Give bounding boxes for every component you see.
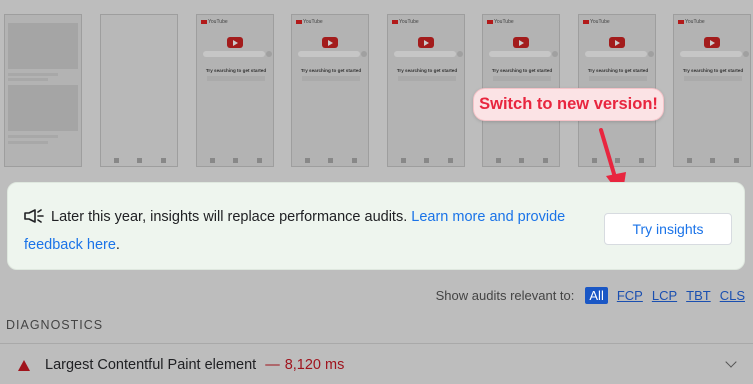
filmstrip-frame (4, 14, 82, 167)
bottom-nav (201, 158, 271, 163)
empty-state-message: Try searching to get started (682, 68, 744, 73)
placeholder-line (207, 76, 265, 81)
youtube-play-icon (609, 37, 625, 48)
filter-cls[interactable]: CLS (720, 288, 745, 303)
placeholder-line (589, 76, 647, 81)
search-bar (394, 51, 456, 57)
bottom-nav (105, 158, 175, 163)
empty-state-message: Try searching to get started (205, 68, 267, 73)
placeholder-line (684, 76, 742, 81)
mic-icon (266, 51, 272, 57)
placeholder-line (398, 76, 456, 81)
filter-lcp[interactable]: LCP (652, 288, 677, 303)
youtube-play-icon (704, 37, 720, 48)
filter-all[interactable]: All (585, 286, 608, 304)
search-bar (585, 51, 647, 57)
filmstrip-frame: YouTube Try searching to get started (387, 14, 465, 167)
placeholder-line (8, 78, 48, 81)
youtube-logo: YouTube (583, 19, 610, 25)
youtube-play-icon (513, 37, 529, 48)
mic-icon (552, 51, 558, 57)
filmstrip-frame: YouTube Try searching to get started (196, 14, 274, 167)
warning-triangle-icon (18, 359, 30, 371)
diagnostics-heading: DIAGNOSTICS (6, 318, 104, 332)
bottom-nav (678, 158, 748, 163)
youtube-play-icon (418, 37, 434, 48)
audit-lcp-element[interactable]: Largest Contentful Paint element — 8,120… (18, 356, 743, 374)
mic-icon (743, 51, 749, 57)
placeholder-line (8, 141, 48, 144)
divider (0, 343, 753, 344)
youtube-logo: YouTube (201, 19, 228, 25)
placeholder-block (8, 85, 78, 131)
mic-icon (361, 51, 367, 57)
audit-filter: Show audits relevant to: All FCP LCP TBT… (436, 286, 745, 304)
placeholder-block (8, 23, 78, 69)
bottom-nav (296, 158, 366, 163)
search-bar (298, 51, 360, 57)
youtube-play-icon (322, 37, 338, 48)
placeholder-line (302, 76, 360, 81)
try-insights-button[interactable]: Try insights (604, 213, 732, 245)
filter-fcp[interactable]: FCP (617, 288, 643, 303)
mic-icon (648, 51, 654, 57)
search-bar (680, 51, 742, 57)
megaphone-icon (24, 209, 44, 223)
youtube-logo: YouTube (392, 19, 419, 25)
mic-icon (457, 51, 463, 57)
empty-state-message: Try searching to get started (587, 68, 649, 73)
audit-separator: — (265, 357, 280, 373)
banner-period: . (115, 237, 120, 253)
chevron-down-icon[interactable] (725, 356, 737, 368)
bottom-nav (392, 158, 462, 163)
bottom-nav (487, 158, 557, 163)
filmstrip-frame: YouTube Try searching to get started (673, 14, 751, 167)
filter-tbt[interactable]: TBT (686, 288, 711, 303)
empty-state-message: Try searching to get started (300, 68, 362, 73)
audit-title: Largest Contentful Paint element (45, 357, 257, 373)
youtube-logo: YouTube (296, 19, 323, 25)
youtube-play-icon (227, 37, 243, 48)
youtube-logo: YouTube (487, 19, 514, 25)
filmstrip-frame: YouTube Try searching to get started (291, 14, 369, 167)
placeholder-line (8, 73, 58, 76)
switch-version-callout: Switch to new version! (473, 88, 664, 121)
placeholder-line (8, 135, 58, 138)
insights-banner: Later this year, insights will replace p… (7, 182, 745, 270)
search-bar (203, 51, 265, 57)
banner-text: Later this year, insights will replace p… (51, 209, 408, 225)
filter-label: Show audits relevant to: (435, 287, 575, 303)
audit-value: 8,120 ms (284, 357, 345, 373)
search-bar (489, 51, 551, 57)
youtube-logo: YouTube (678, 19, 705, 25)
empty-state-message: Try searching to get started (396, 68, 458, 73)
filmstrip-frame (100, 14, 178, 167)
placeholder-line (493, 76, 551, 81)
banner-message: Later this year, insights will replace p… (24, 203, 584, 259)
empty-state-message: Try searching to get started (491, 68, 553, 73)
